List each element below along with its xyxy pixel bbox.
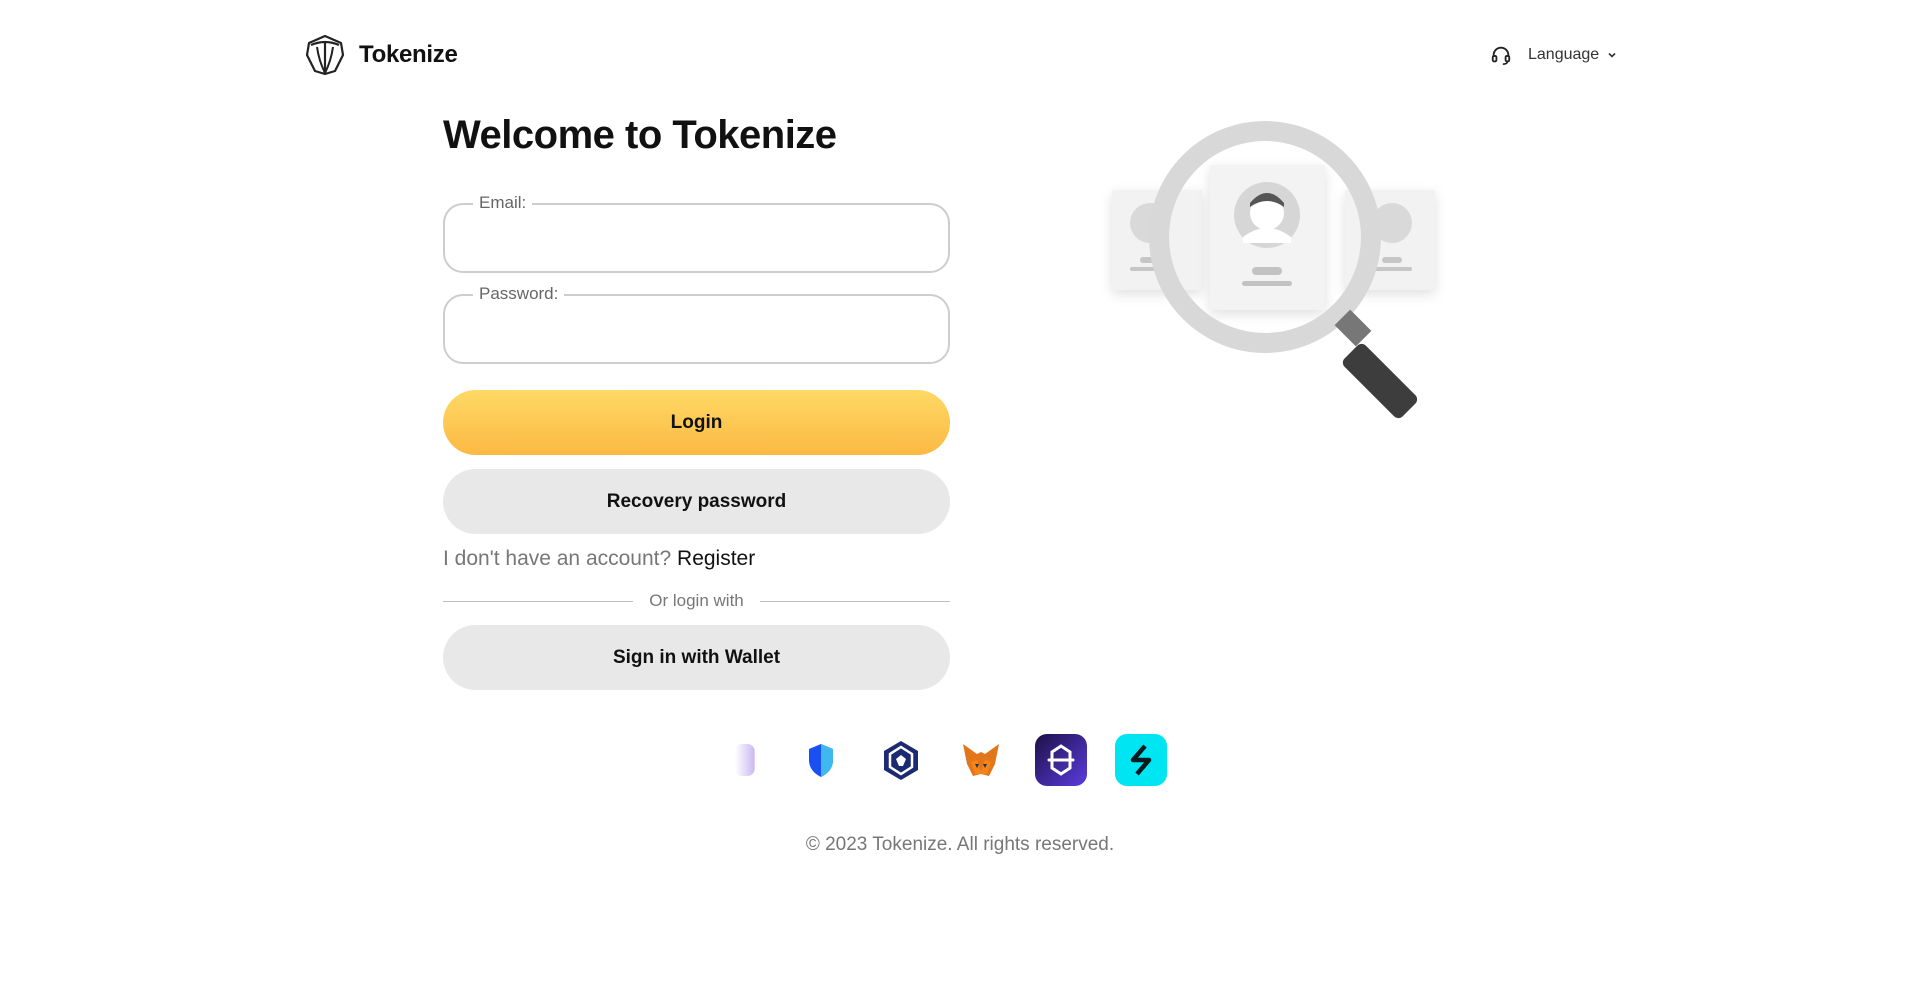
divider-text: Or login with <box>649 591 744 610</box>
password-label: Password: <box>473 283 565 305</box>
register-link[interactable]: Register <box>677 547 755 570</box>
wallet-icon-partial[interactable] <box>735 734 767 786</box>
language-selector[interactable]: Language <box>1528 46 1617 64</box>
page-title: Welcome to Tokenize <box>443 113 837 157</box>
email-input[interactable] <box>445 205 948 271</box>
divider-line-right <box>759 600 951 602</box>
headset-icon[interactable] <box>1490 44 1512 66</box>
bitget-icon[interactable] <box>1115 734 1167 786</box>
recovery-password-button[interactable]: Recovery password <box>443 469 950 534</box>
password-field: Password: <box>443 283 950 364</box>
trust-wallet-shield-icon[interactable] <box>795 734 847 786</box>
copyright-text: © 2023 Tokenize. All rights reserved. <box>805 834 1115 855</box>
crypto-com-icon[interactable] <box>875 734 927 786</box>
email-field: Email: <box>443 192 950 273</box>
brand-logo[interactable]: Tokenize <box>303 33 458 77</box>
or-login-divider: Or login with <box>443 590 951 612</box>
exodus-icon[interactable] <box>1035 734 1087 786</box>
register-prompt: I don't have an account? Register <box>443 547 755 571</box>
divider-line-left <box>443 600 634 602</box>
no-account-text: I don't have an account? <box>443 547 672 570</box>
email-label: Email: <box>473 192 533 214</box>
language-label: Language <box>1528 46 1600 63</box>
metamask-fox-icon[interactable] <box>955 734 1007 786</box>
wallet-icons-row <box>735 734 1167 786</box>
password-input[interactable] <box>445 296 948 362</box>
sign-in-wallet-button[interactable]: Sign in with Wallet <box>443 625 950 690</box>
tokenize-logo-icon <box>305 34 345 76</box>
header-actions: Language <box>1490 44 1617 66</box>
magnifier-profiles-illustration <box>1112 121 1435 419</box>
chevron-down-icon <box>1608 52 1616 58</box>
brand-name: Tokenize <box>359 41 458 68</box>
login-button[interactable]: Login <box>443 390 950 455</box>
